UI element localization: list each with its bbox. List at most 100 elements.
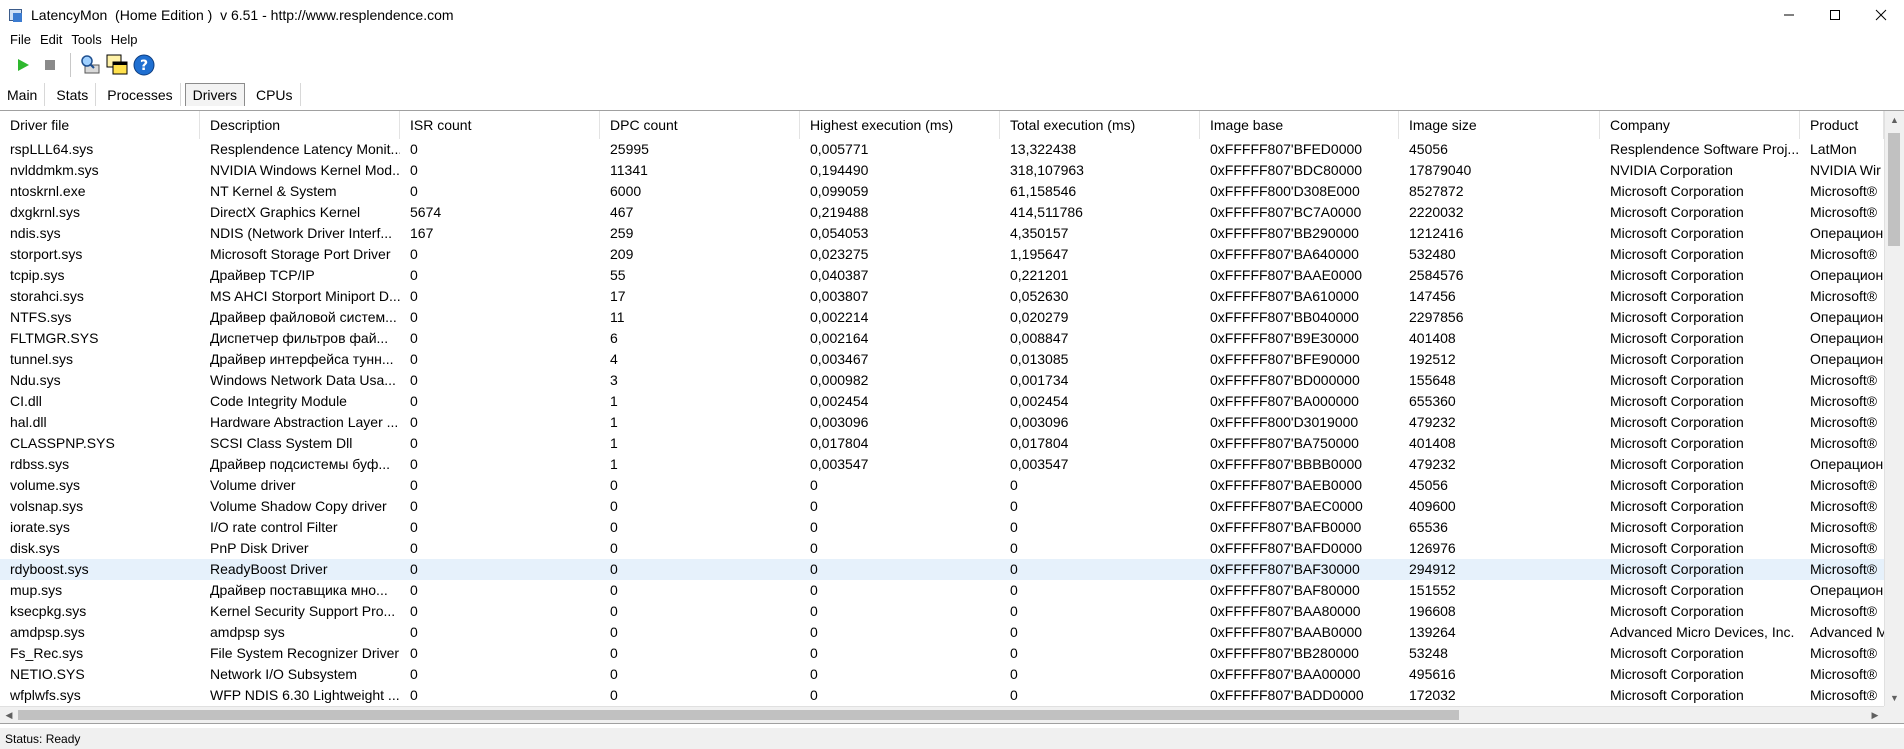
table-row[interactable]: NTFS.sys Драйвер файловой систем... 0 11 0,0… bbox=[0, 307, 1884, 328]
table-row[interactable]: rdyboost.sys ReadyBoost Driver 0 0 0 0 0xFFFFF… bbox=[0, 559, 1884, 580]
tab-main[interactable]: Main bbox=[0, 83, 46, 106]
table-row[interactable]: disk.sys PnP Disk Driver 0 0 0 0 0xFFFFF807'BA… bbox=[0, 538, 1884, 559]
search-computer-button[interactable] bbox=[77, 52, 103, 78]
menu-help[interactable]: Help bbox=[108, 32, 141, 47]
menu-file[interactable]: File bbox=[7, 32, 34, 47]
cell-total-execution: 0 bbox=[1010, 498, 1018, 514]
cell-isr-count: 0 bbox=[410, 456, 418, 472]
horizontal-scrollbar[interactable]: ◀ ▶ bbox=[0, 706, 1884, 723]
table-row[interactable]: rspLLL64.sys Resplendence Latency Monit..… bbox=[0, 139, 1884, 160]
scroll-left-arrow-icon[interactable]: ◀ bbox=[0, 707, 18, 723]
table-row[interactable]: rdbss.sys Драйвер подсистемы буф... 0 1 0,00… bbox=[0, 454, 1884, 475]
table-row[interactable]: Ndu.sys Windows Network Data Usa... 0 3 0,00… bbox=[0, 370, 1884, 391]
cell-image-size: 65536 bbox=[1409, 519, 1448, 535]
cell-image-size: 2220032 bbox=[1409, 204, 1464, 220]
table-row[interactable]: tunnel.sys Драйвер интерфейса тунн... 0 4 0,… bbox=[0, 349, 1884, 370]
table-row[interactable]: ndis.sys NDIS (Network Driver Interf... 16… bbox=[0, 223, 1884, 244]
windows-icon bbox=[106, 54, 128, 75]
toolbar-separator bbox=[70, 53, 71, 77]
table-row[interactable]: ntoskrnl.exe NT Kernel & System 0 6000 0,099… bbox=[0, 181, 1884, 202]
table-row[interactable]: storport.sys Microsoft Storage Port Drive… bbox=[0, 244, 1884, 265]
column-header-company[interactable]: Company bbox=[1600, 111, 1800, 139]
cell-dpc-count: 55 bbox=[610, 267, 626, 283]
cell-total-execution: 0 bbox=[1010, 666, 1018, 682]
cell-driver-file: CLASSPNP.SYS bbox=[10, 435, 115, 451]
table-row[interactable]: NETIO.SYS Network I/O Subsystem 0 0 0 0 0xFFFF… bbox=[0, 664, 1884, 685]
table-row[interactable]: Fs_Rec.sys File System Recognizer Driver 0… bbox=[0, 643, 1884, 664]
column-header-dpc-count[interactable]: DPC count bbox=[600, 111, 800, 139]
cell-company: Microsoft Corporation bbox=[1610, 540, 1744, 556]
table-row[interactable]: CI.dll Code Integrity Module 0 1 0,002454 0,0… bbox=[0, 391, 1884, 412]
table-row[interactable]: mup.sys Драйвер поставщика мно... 0 0 0 0 0xFF… bbox=[0, 580, 1884, 601]
stop-button[interactable] bbox=[37, 52, 63, 78]
column-header-total-execution[interactable]: Total execution (ms) bbox=[1000, 111, 1200, 139]
table-row[interactable]: volume.sys Volume driver 0 0 0 0 0xFFFFF807'BA… bbox=[0, 475, 1884, 496]
cell-image-size: 53248 bbox=[1409, 645, 1448, 661]
vertical-scrollbar[interactable]: ▲ ▼ bbox=[1884, 111, 1904, 707]
column-header-highest-execution[interactable]: Highest execution (ms) bbox=[800, 111, 1000, 139]
cell-product: Microsoft® bbox=[1810, 540, 1878, 556]
cell-image-base: 0xFFFFF807'BFE90000 bbox=[1210, 351, 1360, 367]
cell-product: Microsoft® bbox=[1810, 687, 1878, 703]
cell-dpc-count: 0 bbox=[610, 624, 618, 640]
table-row[interactable]: ksecpkg.sys Kernel Security Support Pro..… bbox=[0, 601, 1884, 622]
cell-total-execution: 4,350157 bbox=[1010, 225, 1069, 241]
table-row[interactable]: CLASSPNP.SYS SCSI Class System Dll 0 1 0,017… bbox=[0, 433, 1884, 454]
tab-drivers[interactable]: Drivers bbox=[184, 83, 245, 106]
vertical-scroll-thumb[interactable] bbox=[1888, 133, 1900, 246]
help-button[interactable]: ? bbox=[131, 52, 157, 78]
cell-isr-count: 0 bbox=[410, 582, 418, 598]
cell-total-execution: 0,013085 bbox=[1010, 351, 1069, 367]
cell-total-execution: 0 bbox=[1010, 540, 1018, 556]
cell-highest-execution: 0,003467 bbox=[810, 351, 869, 367]
cell-description: Code Integrity Module bbox=[210, 393, 347, 409]
cell-image-size: 8527872 bbox=[1409, 183, 1464, 199]
cell-image-size: 495616 bbox=[1409, 666, 1456, 682]
start-button[interactable] bbox=[10, 52, 36, 78]
column-header-driver-file[interactable]: Driver file bbox=[0, 111, 200, 139]
play-icon bbox=[18, 59, 29, 71]
cell-product: Операцион bbox=[1810, 225, 1884, 241]
cell-image-base: 0xFFFFF807'BAA00000 bbox=[1210, 666, 1361, 682]
column-header-isr-count[interactable]: ISR count bbox=[400, 111, 600, 139]
table-row[interactable]: dxgkrnl.sys DirectX Graphics Kernel 5674 46… bbox=[0, 202, 1884, 223]
cell-highest-execution: 0 bbox=[810, 540, 818, 556]
cell-company: Microsoft Corporation bbox=[1610, 288, 1744, 304]
maximize-button[interactable] bbox=[1812, 0, 1858, 30]
table-row[interactable]: hal.dll Hardware Abstraction Layer ... 0 1 0… bbox=[0, 412, 1884, 433]
close-button[interactable] bbox=[1858, 0, 1904, 30]
tab-stats[interactable]: Stats bbox=[49, 83, 97, 106]
scroll-up-arrow-icon[interactable]: ▲ bbox=[1885, 111, 1904, 129]
cell-total-execution: 0 bbox=[1010, 582, 1018, 598]
scroll-right-arrow-icon[interactable]: ▶ bbox=[1866, 707, 1884, 723]
cell-description: Драйвер подсистемы буф... bbox=[210, 456, 391, 472]
cell-isr-count: 0 bbox=[410, 267, 418, 283]
column-header-description[interactable]: Description bbox=[200, 111, 400, 139]
column-header-image-size[interactable]: Image size bbox=[1399, 111, 1600, 139]
cell-total-execution: 414,511786 bbox=[1010, 204, 1083, 220]
cell-company: Microsoft Corporation bbox=[1610, 330, 1744, 346]
table-row[interactable]: tcpip.sys Драйвер TCP/IP 0 55 0,040387 0,2212… bbox=[0, 265, 1884, 286]
cell-product: Microsoft® bbox=[1810, 435, 1878, 451]
table-row[interactable]: iorate.sys I/O rate control Filter 0 0 0 0 0xF… bbox=[0, 517, 1884, 538]
table-row[interactable]: nvlddmkm.sys NVIDIA Windows Kernel Mod...… bbox=[0, 160, 1884, 181]
menu-tools[interactable]: Tools bbox=[68, 32, 104, 47]
column-header-product[interactable]: Product bbox=[1800, 111, 1884, 139]
tab-cpus[interactable]: CPUs bbox=[249, 83, 301, 106]
table-row[interactable]: wfplwfs.sys WFP NDIS 6.30 Lightweight ...… bbox=[0, 685, 1884, 706]
cell-highest-execution: 0,194490 bbox=[810, 162, 869, 178]
table-row[interactable]: volsnap.sys Volume Shadow Copy driver 0 0 0 0… bbox=[0, 496, 1884, 517]
minimize-button[interactable] bbox=[1766, 0, 1812, 30]
column-header-image-base[interactable]: Image base bbox=[1200, 111, 1399, 139]
tab-processes[interactable]: Processes bbox=[100, 83, 181, 106]
cell-description: Драйвер интерфейса тунн... bbox=[210, 351, 394, 367]
cell-product: Microsoft® bbox=[1810, 477, 1878, 493]
horizontal-scroll-thumb[interactable] bbox=[18, 710, 1459, 720]
table-row[interactable]: FLTMGR.SYS Диспетчер фильтров фай... 0 6 0,0… bbox=[0, 328, 1884, 349]
windows-button[interactable] bbox=[104, 52, 130, 78]
table-row[interactable]: amdpsp.sys amdpsp sys 0 0 0 0 0xFFFFF807'BAAB0… bbox=[0, 622, 1884, 643]
menu-edit[interactable]: Edit bbox=[37, 32, 65, 47]
cell-product: Microsoft® bbox=[1810, 288, 1878, 304]
scroll-down-arrow-icon[interactable]: ▼ bbox=[1885, 689, 1904, 707]
table-row[interactable]: storahci.sys MS AHCI Storport Miniport D.… bbox=[0, 286, 1884, 307]
